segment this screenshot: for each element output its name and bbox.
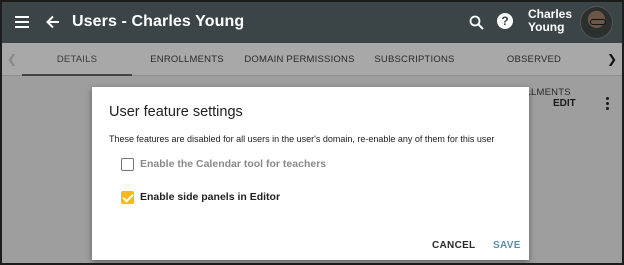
tab-domain-permissions[interactable]: DOMAIN PERMISSIONS <box>242 43 357 76</box>
cancel-button[interactable]: CANCEL <box>432 240 475 251</box>
help-icon[interactable]: ? <box>497 13 513 29</box>
avatar[interactable] <box>580 6 613 39</box>
save-button[interactable]: SAVE <box>493 240 521 251</box>
calendar-tool-checkbox[interactable] <box>121 158 134 171</box>
side-panels-checkbox[interactable] <box>121 191 134 204</box>
search-icon[interactable] <box>468 14 486 32</box>
more-vert-icon[interactable] <box>605 97 611 111</box>
tab-bar: ❮ DETAILS ENROLLMENTS DOMAIN PERMISSIONS… <box>2 43 622 98</box>
dialog-title: User feature settings <box>109 104 243 120</box>
tab-observed-enrollments[interactable]: OBSERVED ENROLLMENTS <box>470 43 598 98</box>
dialog-description: These features are disabled for all user… <box>109 134 495 144</box>
user-last-name: Young <box>528 20 565 34</box>
page-title: Users - Charles Young <box>72 13 245 30</box>
top-app-bar: Users - Charles Young ? Charles Young <box>2 2 622 43</box>
calendar-tool-label: Enable the Calendar tool for teachers <box>140 158 327 170</box>
app-window: Users - Charles Young ? Charles Young ❮ … <box>2 2 622 263</box>
side-panels-label: Enable side panels in Editor <box>140 191 281 203</box>
tab-details[interactable]: DETAILS <box>22 43 132 76</box>
tab-enrollments[interactable]: ENROLLMENTS <box>137 43 237 76</box>
edit-button[interactable]: EDIT <box>553 98 576 109</box>
tab-subscriptions[interactable]: SUBSCRIPTIONS <box>367 43 462 76</box>
chevron-left-icon[interactable]: ❮ <box>2 43 22 76</box>
back-arrow-icon[interactable] <box>43 12 63 32</box>
menu-icon[interactable] <box>14 13 32 31</box>
feature-settings-dialog: User feature settings These features are… <box>92 87 529 260</box>
user-name[interactable]: Charles Young <box>528 8 572 34</box>
chevron-right-icon[interactable]: ❯ <box>602 43 622 76</box>
